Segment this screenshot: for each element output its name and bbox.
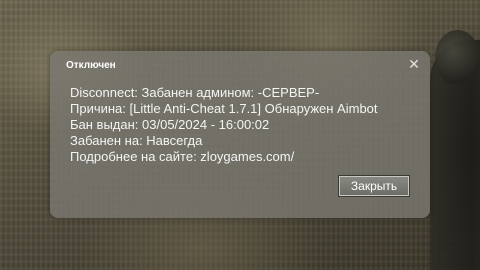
- message-line-ban-issued: Бан выдан: 03/05/2024 - 16:00:02: [70, 117, 270, 132]
- background-figure-head: [435, 30, 480, 85]
- message-line-disconnect: Disconnect: Забанен админом: -СЕРВЕР-: [70, 85, 320, 100]
- disconnect-dialog: Отключен ✕ Disconnect: Забанен админом: …: [50, 51, 430, 218]
- message-line-ban-duration: Забанен на: Навсегда: [70, 133, 203, 148]
- close-button[interactable]: Закрыть: [338, 175, 410, 197]
- message-line-reason: Причина: [Little Anti-Cheat 1.7.1] Обнар…: [70, 101, 378, 116]
- message-line-website: Подробнее на сайте: zloygames.com/: [70, 149, 295, 164]
- disconnect-message: Disconnect: Забанен админом: -СЕРВЕР- Пр…: [70, 85, 420, 165]
- close-icon[interactable]: ✕: [407, 57, 421, 71]
- dialog-title: Отключен: [66, 60, 116, 71]
